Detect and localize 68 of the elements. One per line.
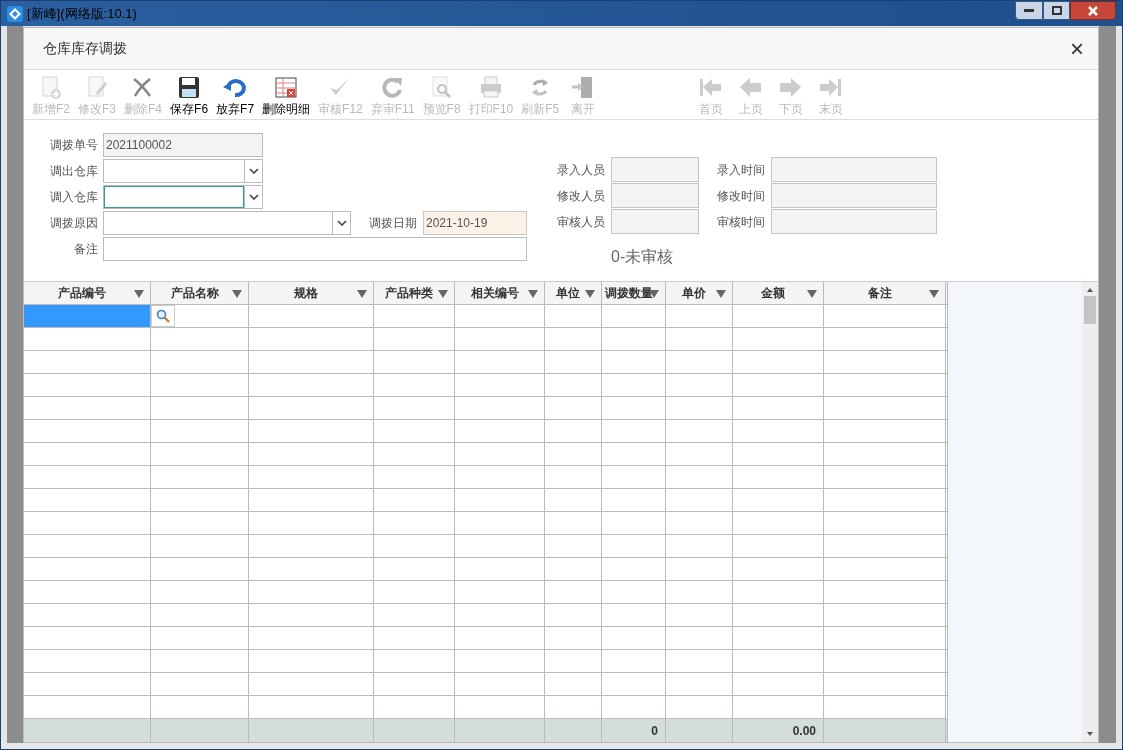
- field-label: 调拨日期: [369, 215, 417, 232]
- field-label: 调拨单号: [49, 137, 98, 154]
- input-field[interactable]: [771, 157, 937, 182]
- column-header[interactable]: 产品编号: [24, 282, 151, 304]
- input-field[interactable]: [771, 209, 937, 234]
- field-label: 调拨原因: [49, 215, 98, 232]
- window-title: [新峰](网络版:10.1): [27, 4, 137, 23]
- scroll-up-arrow-icon[interactable]: [1086, 286, 1094, 294]
- input-field[interactable]: [611, 183, 699, 208]
- dropdown[interactable]: [103, 185, 263, 209]
- chevron-down-icon: [248, 194, 259, 200]
- audit-status: 0-未审核: [611, 247, 675, 267]
- input-field[interactable]: [103, 237, 527, 261]
- field-label: 录入人员: [557, 161, 605, 179]
- filter-icon[interactable]: [585, 290, 595, 298]
- scroll-down-arrow-icon[interactable]: [1086, 730, 1094, 738]
- input-field[interactable]: 2021100002: [103, 133, 263, 157]
- chevron-down-icon: [248, 168, 259, 174]
- selected-cell[interactable]: [24, 305, 151, 327]
- scrollbar-thumb[interactable]: [1084, 296, 1096, 324]
- filter-icon[interactable]: [134, 290, 144, 298]
- field-label: 调入仓库: [49, 189, 98, 206]
- column-header[interactable]: 备注: [824, 282, 946, 304]
- close-icon: [1087, 5, 1099, 16]
- column-header[interactable]: 金额: [733, 282, 824, 304]
- search-button[interactable]: [151, 305, 175, 327]
- dialog-title: 仓库库存调拨: [43, 39, 127, 58]
- field-label: 审核人员: [557, 213, 605, 231]
- input-field[interactable]: [611, 157, 699, 182]
- maximize-button[interactable]: [1043, 1, 1070, 20]
- app-icon: [7, 5, 23, 22]
- filter-icon[interactable]: [716, 290, 726, 298]
- field-label: 备注: [73, 241, 98, 258]
- field-label: 调出仓库: [49, 163, 98, 180]
- field-label: 录入时间: [717, 161, 765, 179]
- input-field[interactable]: 2021-10-19: [423, 211, 527, 235]
- chevron-down-icon: [336, 220, 347, 226]
- filter-icon[interactable]: [232, 290, 242, 298]
- column-header[interactable]: 单位: [545, 282, 602, 304]
- field-label: 修改人员: [557, 187, 605, 205]
- input-field[interactable]: [771, 183, 937, 208]
- minimize-icon: [1024, 8, 1034, 13]
- minimize-button[interactable]: [1015, 1, 1043, 20]
- discard-button[interactable]: 放弃F7: [212, 75, 259, 117]
- maximize-icon: [1051, 6, 1062, 15]
- search-icon: [156, 309, 170, 323]
- filter-icon[interactable]: [357, 290, 367, 298]
- delete-detail-button[interactable]: 删除明细: [258, 75, 315, 117]
- save-button[interactable]: 保存F6: [166, 75, 213, 117]
- field-label: 修改时间: [717, 187, 765, 205]
- column-header[interactable]: 调拨数量: [602, 282, 666, 304]
- footer-total: 0: [651, 722, 658, 740]
- column-header[interactable]: 规格: [249, 282, 374, 304]
- column-header[interactable]: 产品种类: [374, 282, 455, 304]
- vertical-scrollbar[interactable]: [1082, 282, 1098, 742]
- filter-icon[interactable]: [929, 290, 939, 298]
- table-delete-icon: [273, 75, 300, 100]
- input-field[interactable]: [611, 209, 699, 234]
- column-header[interactable]: 产品名称: [151, 282, 249, 304]
- filter-icon[interactable]: [807, 290, 817, 298]
- filter-icon[interactable]: [528, 290, 538, 298]
- close-button[interactable]: ×: [1070, 36, 1084, 61]
- close-button[interactable]: [1070, 1, 1116, 20]
- filter-icon[interactable]: [438, 290, 448, 298]
- column-header[interactable]: 相关编号: [455, 282, 545, 304]
- field-label: 审核时间: [717, 213, 765, 231]
- column-header[interactable]: 单价: [666, 282, 733, 304]
- footer-total: 0.00: [792, 722, 816, 740]
